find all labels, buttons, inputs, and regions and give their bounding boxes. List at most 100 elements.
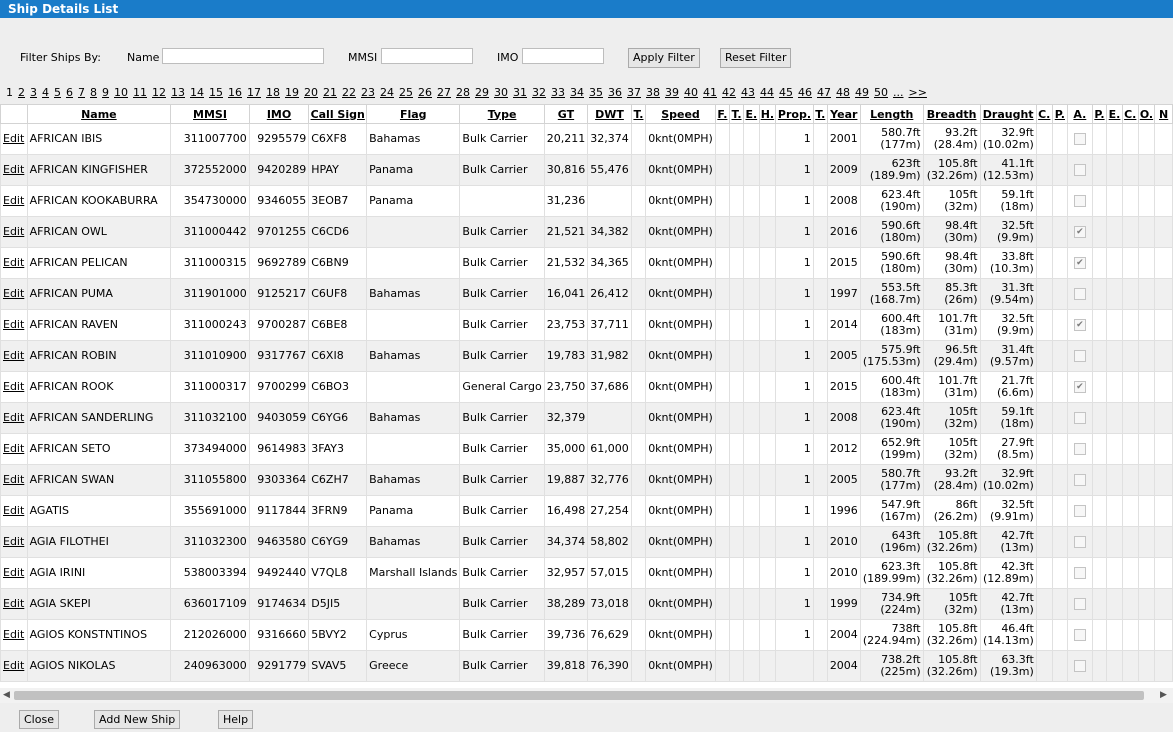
column-header[interactable]: Breadth (922, 104, 981, 124)
page-link[interactable]: 21 (323, 86, 337, 99)
column-header[interactable]: T. (630, 104, 647, 124)
column-header[interactable]: T. (728, 104, 745, 124)
page-link[interactable]: 42 (722, 86, 736, 99)
close-button[interactable]: Close (19, 710, 59, 729)
page-link[interactable]: 7 (78, 86, 85, 99)
edit-link[interactable]: Edit (3, 659, 24, 672)
page-link[interactable]: 22 (342, 86, 356, 99)
page-link[interactable]: 49 (855, 86, 869, 99)
column-header[interactable]: Type (459, 104, 545, 124)
page-link[interactable]: 25 (399, 86, 413, 99)
column-header[interactable]: P. (1051, 104, 1069, 124)
scrollbar-thumb[interactable] (14, 691, 1144, 700)
edit-link[interactable]: Edit (3, 411, 24, 424)
edit-link[interactable]: Edit (3, 318, 24, 331)
edit-link[interactable]: Edit (3, 287, 24, 300)
page-link[interactable]: 32 (532, 86, 546, 99)
page-link[interactable]: 31 (513, 86, 527, 99)
page-link[interactable]: 48 (836, 86, 850, 99)
column-header[interactable]: E. (1106, 104, 1123, 124)
edit-link[interactable]: Edit (3, 225, 24, 238)
edit-link[interactable]: Edit (3, 566, 24, 579)
scroll-right-icon[interactable]: ▶ (1160, 688, 1167, 703)
column-header[interactable]: Year (826, 104, 861, 124)
mmsi-filter-input[interactable] (381, 48, 473, 64)
page-link[interactable]: 19 (285, 86, 299, 99)
edit-link[interactable]: Edit (3, 194, 24, 207)
page-link[interactable]: 16 (228, 86, 242, 99)
table-row[interactable]: Edit AGIA SKEPI 636017109 9174634 D5JI5 Bulk … (0, 588, 1173, 620)
table-row[interactable]: Edit AGIA FILOTHEI 311032300 9463580 C6YG9 Ba… (0, 526, 1173, 558)
page-link[interactable]: 35 (589, 86, 603, 99)
column-header[interactable]: O. (1137, 104, 1156, 124)
table-row[interactable]: Edit AFRICAN SANDERLING 311032100 9403059 C6… (0, 402, 1173, 434)
page-link[interactable]: 12 (152, 86, 166, 99)
page-link[interactable]: 41 (703, 86, 717, 99)
page-link[interactable]: 26 (418, 86, 432, 99)
table-row[interactable]: Edit AFRICAN IBIS 311007700 9295579 C6XF8 Bah… (0, 123, 1173, 155)
scroll-left-icon[interactable]: ◀ (3, 688, 10, 703)
column-header[interactable]: C. (1121, 104, 1139, 124)
column-header[interactable]: E. (743, 104, 760, 124)
page-link[interactable]: >> (909, 86, 927, 99)
column-header[interactable] (0, 104, 28, 124)
column-header[interactable]: N (1154, 104, 1173, 124)
page-link[interactable]: 11 (133, 86, 147, 99)
table-row[interactable]: Edit AFRICAN PUMA 311901000 9125217 C6UF8 Bah… (0, 278, 1173, 310)
page-link[interactable]: 2 (18, 86, 25, 99)
page-link[interactable]: 33 (551, 86, 565, 99)
page-link[interactable]: 40 (684, 86, 698, 99)
page-link[interactable]: 45 (779, 86, 793, 99)
column-header[interactable]: Prop. (775, 104, 814, 124)
column-header[interactable]: Flag (366, 104, 461, 124)
page-link[interactable]: 39 (665, 86, 679, 99)
column-header[interactable]: A. (1067, 104, 1093, 124)
page-link[interactable]: 14 (190, 86, 204, 99)
page-link[interactable]: 17 (247, 86, 261, 99)
edit-link[interactable]: Edit (3, 535, 24, 548)
page-link[interactable]: 8 (90, 86, 97, 99)
table-row[interactable]: Edit AFRICAN SWAN 311055800 9303364 C6ZH7 Bah… (0, 464, 1173, 496)
table-row[interactable]: Edit AGIA IRINI 538003394 9492440 V7QL8 Marsh… (0, 557, 1173, 589)
table-row[interactable]: Edit AFRICAN KINGFISHER 372552000 9420289 HP… (0, 154, 1173, 186)
edit-link[interactable]: Edit (3, 349, 24, 362)
column-header[interactable]: Length (859, 104, 924, 124)
column-header[interactable]: C. (1035, 104, 1053, 124)
table-row[interactable]: Edit AFRICAN KOOKABURRA 354730000 9346055 3E… (0, 185, 1173, 217)
edit-link[interactable]: Edit (3, 628, 24, 641)
page-link[interactable]: 30 (494, 86, 508, 99)
table-row[interactable]: Edit AGATIS 355691000 9117844 3FRN9 Panama Bul… (0, 495, 1173, 527)
page-link[interactable]: 5 (54, 86, 61, 99)
column-header[interactable]: Draught (979, 104, 1037, 124)
imo-filter-input[interactable] (522, 48, 604, 64)
table-row[interactable]: Edit AFRICAN RAVEN 311000243 9700287 C6BE8 Bu… (0, 309, 1173, 341)
horizontal-scrollbar[interactable]: ◀ ▶ (0, 688, 1173, 703)
edit-link[interactable]: Edit (3, 473, 24, 486)
page-link[interactable]: 23 (361, 86, 375, 99)
page-link[interactable]: 34 (570, 86, 584, 99)
column-header[interactable]: F. (714, 104, 730, 124)
page-link[interactable]: 10 (114, 86, 128, 99)
page-link[interactable]: 43 (741, 86, 755, 99)
table-row[interactable]: Edit AFRICAN ROBIN 311010900 9317767 C6XI8 Ba… (0, 340, 1173, 372)
page-link[interactable]: 44 (760, 86, 774, 99)
column-header[interactable]: Name (26, 104, 172, 124)
page-link[interactable]: 47 (817, 86, 831, 99)
page-link[interactable]: 24 (380, 86, 394, 99)
edit-link[interactable]: Edit (3, 163, 24, 176)
page-link[interactable]: 28 (456, 86, 470, 99)
table-row[interactable]: Edit AFRICAN SETO 373494000 9614983 3FAY3 Bul… (0, 433, 1173, 465)
table-row[interactable]: Edit AGIOS NIKOLAS 240963000 9291779 SVAV5 Gr… (0, 650, 1173, 682)
edit-link[interactable]: Edit (3, 132, 24, 145)
table-row[interactable]: Edit AGIOS KONSTNTINOS 212026000 9316660 5BV… (0, 619, 1173, 651)
apply-filter-button[interactable]: Apply Filter (628, 48, 700, 68)
page-link[interactable]: 13 (171, 86, 185, 99)
column-header[interactable]: H. (758, 104, 777, 124)
column-header[interactable]: IMO (248, 104, 310, 124)
column-header[interactable]: Call Sign (308, 104, 368, 124)
page-link[interactable]: 38 (646, 86, 660, 99)
column-header[interactable]: DWT (587, 104, 632, 124)
page-link[interactable]: 20 (304, 86, 318, 99)
page-link[interactable]: 3 (30, 86, 37, 99)
page-link[interactable]: 50 (874, 86, 888, 99)
